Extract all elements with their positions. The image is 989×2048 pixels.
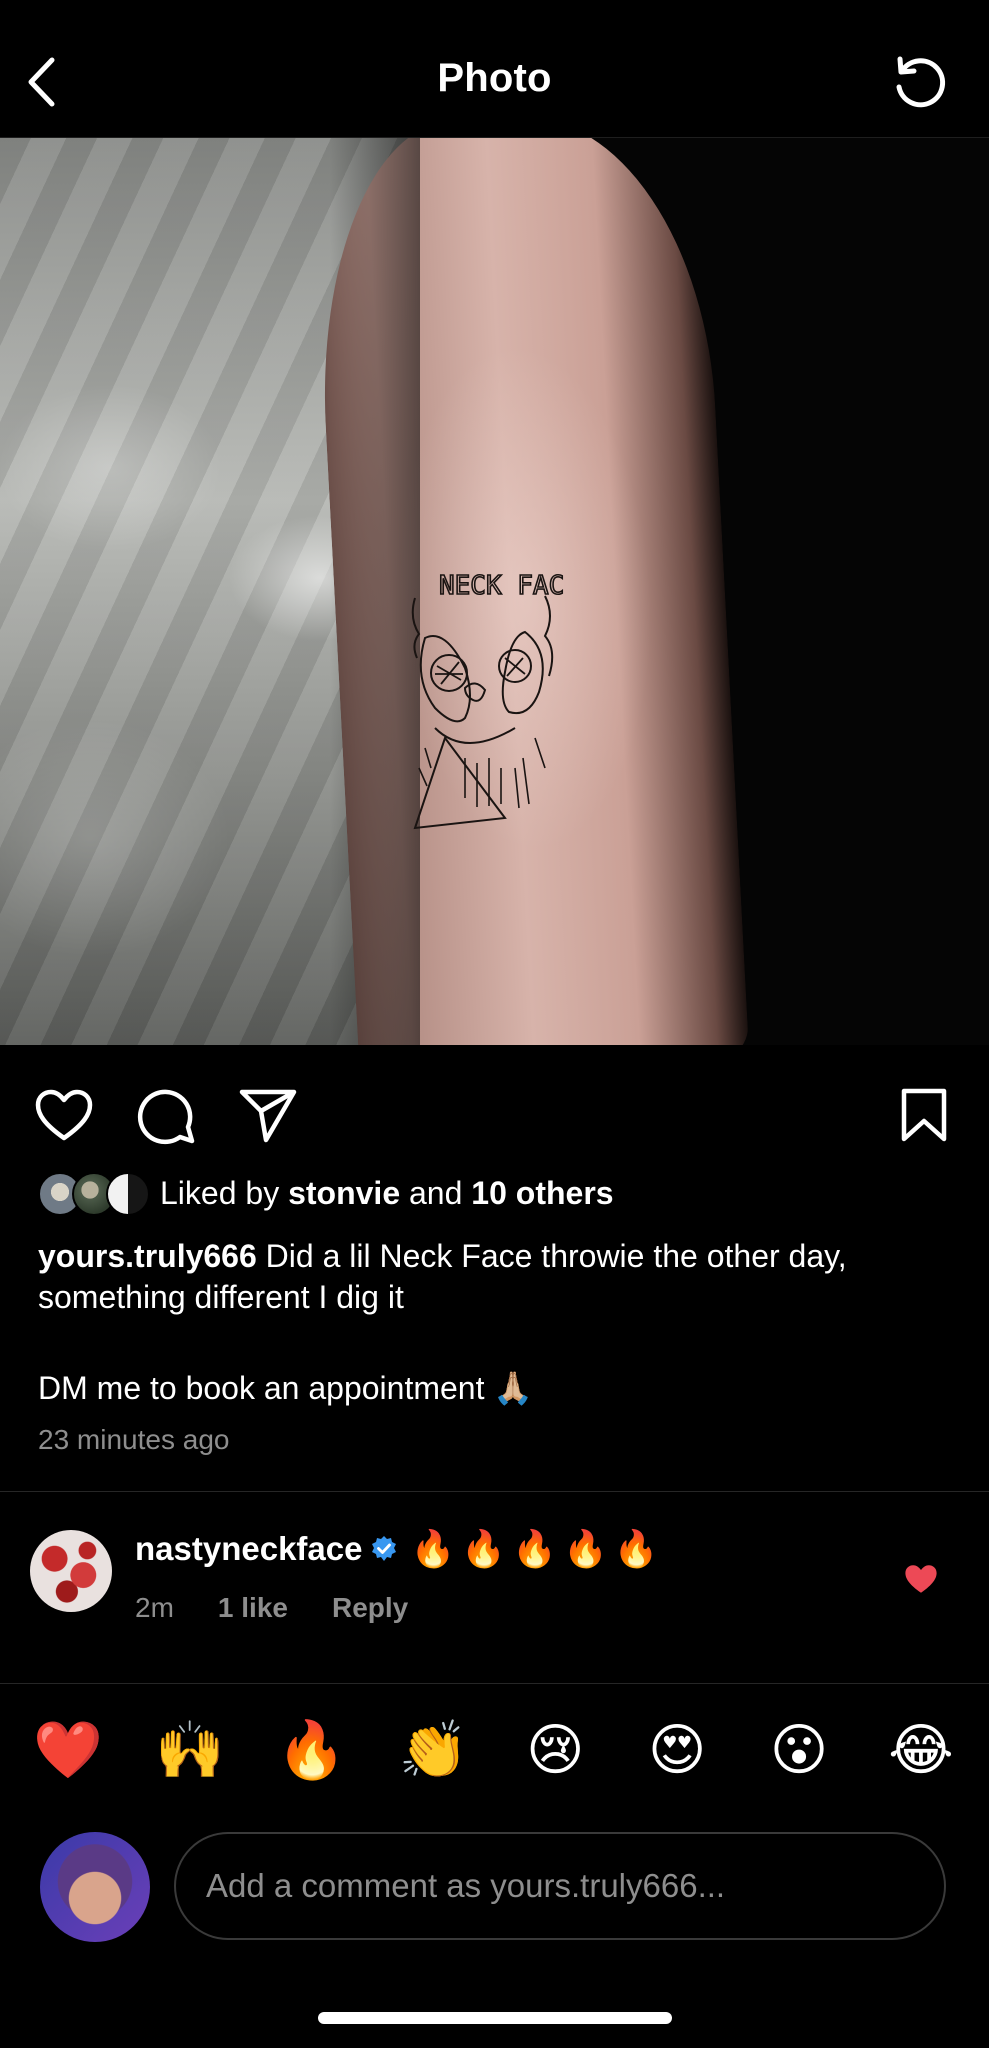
comment-input[interactable]: Add a comment as yours.truly666... — [174, 1832, 946, 1940]
reaction-raised-hands[interactable]: 🙌 — [152, 1712, 228, 1788]
avatar — [106, 1172, 150, 1216]
reaction-heart[interactable]: ❤️ — [30, 1712, 106, 1788]
reaction-crying[interactable]: 😢 — [517, 1712, 593, 1788]
likes-others[interactable]: 10 others — [471, 1175, 613, 1211]
paper-plane-icon — [239, 1089, 297, 1143]
post-caption: yours.truly666 Did a lil Neck Face throw… — [38, 1236, 958, 1409]
comment-row: nastyneckface 🔥🔥🔥🔥🔥 2m 1 like Reply — [0, 1492, 989, 1682]
page-title: Photo — [437, 56, 552, 100]
tattoo-drawing: NECK FACE — [411, 570, 565, 830]
top-bar: Photo — [0, 0, 989, 138]
reply-button[interactable]: Reply — [332, 1592, 408, 1624]
commenter-avatar[interactable] — [30, 1530, 112, 1612]
comment-likes[interactable]: 1 like — [218, 1592, 288, 1624]
reaction-fire[interactable]: 🔥 — [274, 1712, 350, 1788]
refresh-button[interactable] — [889, 52, 951, 114]
liker-username[interactable]: stonvie — [288, 1175, 400, 1211]
my-avatar — [40, 1832, 150, 1942]
comment-text: 🔥🔥🔥🔥🔥 — [410, 1528, 665, 1569]
comment-composer: Add a comment as yours.truly666... — [0, 1826, 989, 1946]
likes-summary[interactable]: Liked by stonvie and 10 others — [38, 1170, 614, 1216]
post-photo[interactable]: NECK FACE — [0, 138, 989, 1045]
comment-button[interactable] — [134, 1083, 198, 1147]
comment-username[interactable]: nastyneckface — [135, 1530, 362, 1568]
refresh-icon — [896, 56, 946, 108]
bookmark-icon — [901, 1088, 947, 1142]
quick-reactions: ❤️ 🙌 🔥 👏 😢 😍 😮 😂 — [0, 1700, 989, 1800]
reaction-laugh[interactable]: 😂 — [883, 1712, 959, 1788]
heart-outline-icon — [35, 1089, 93, 1141]
caption-line-2: DM me to book an appointment 🙏🏼 — [38, 1370, 534, 1406]
likes-text: Liked by stonvie and 10 others — [160, 1175, 614, 1212]
reaction-wow[interactable]: 😮 — [761, 1712, 837, 1788]
liker-avatars — [38, 1170, 150, 1216]
heart-filled-icon — [905, 1565, 937, 1593]
likes-prefix: Liked by — [160, 1174, 280, 1211]
comment-icon — [137, 1089, 195, 1145]
likes-and: and — [409, 1174, 463, 1211]
divider — [0, 1683, 989, 1684]
comment-input-placeholder: Add a comment as yours.truly666... — [206, 1867, 726, 1904]
share-button[interactable] — [236, 1083, 300, 1147]
post-timestamp: 23 minutes ago — [38, 1424, 230, 1455]
post-actions — [0, 1045, 989, 1175]
save-button[interactable] — [892, 1083, 956, 1147]
caption-username[interactable]: yours.truly666 — [38, 1238, 257, 1274]
reaction-clap[interactable]: 👏 — [396, 1712, 472, 1788]
verified-badge-icon — [370, 1535, 398, 1563]
home-indicator[interactable] — [318, 2012, 672, 2024]
comment-age: 2m — [135, 1592, 174, 1623]
comment-like-button[interactable] — [903, 1562, 939, 1598]
like-button[interactable] — [32, 1083, 96, 1147]
reaction-heart-eyes[interactable]: 😍 — [639, 1712, 715, 1788]
